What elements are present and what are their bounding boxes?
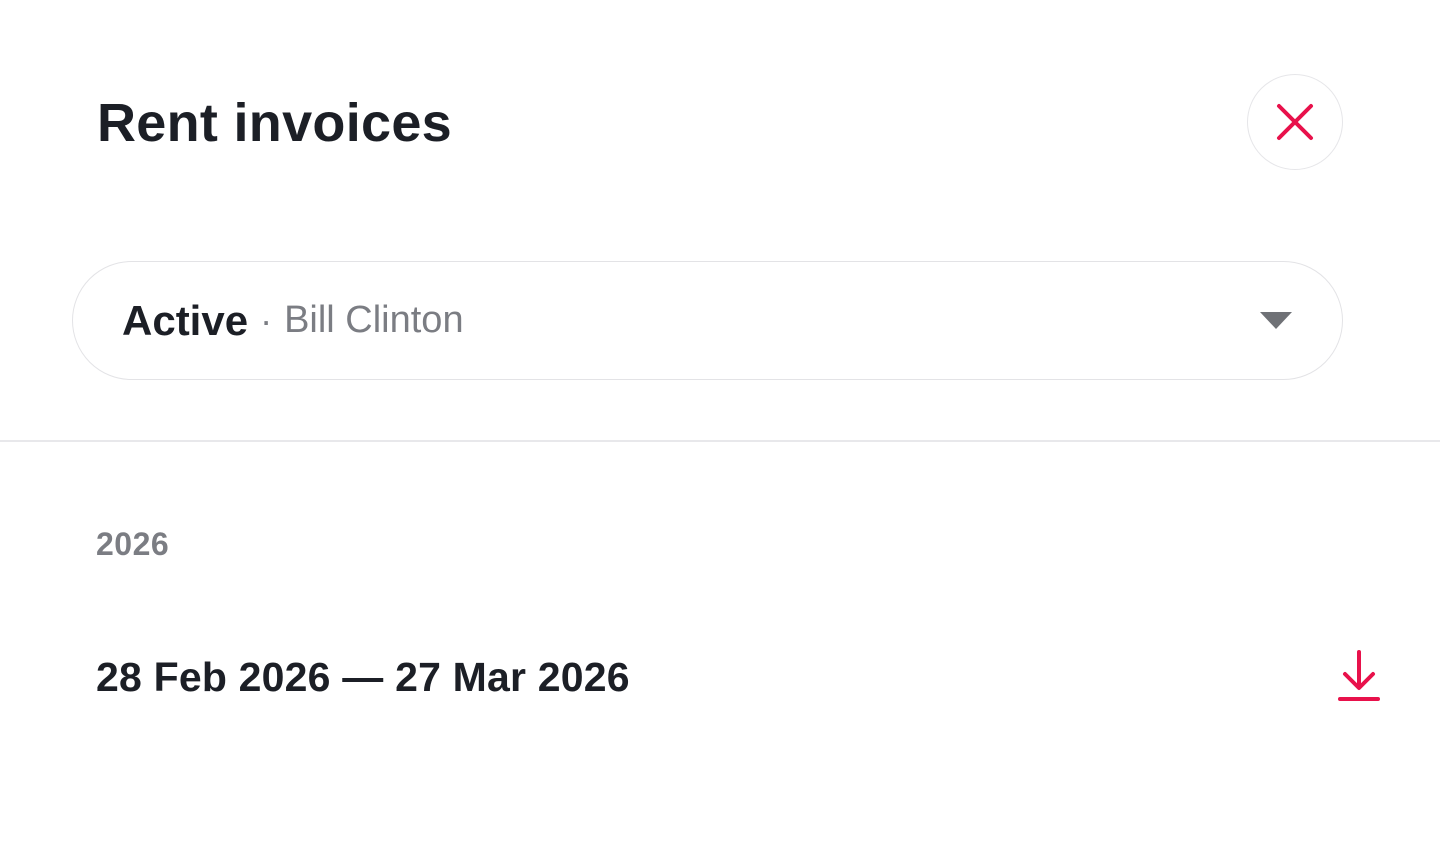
section-divider [0,440,1440,442]
download-button[interactable] [1333,648,1385,708]
contract-status: Active [122,296,249,344]
tenant-name: Bill Clinton [284,299,464,341]
year-heading: 2026 [96,526,170,562]
close-button[interactable] [1247,74,1343,170]
caret-down-icon [1260,312,1292,335]
contract-selector[interactable]: Active · Bill Clinton [72,261,1343,380]
download-icon [1337,649,1381,708]
invoice-period: 28 Feb 2026 — 27 Mar 2026 [96,653,630,700]
page-title: Rent invoices [97,93,453,153]
close-icon [1275,102,1315,142]
rent-invoices-panel: Rent invoices Active · Bill Clinton 2026… [0,0,1440,850]
contract-selector-value: Active · Bill Clinton [122,262,464,379]
invoice-row: 28 Feb 2026 — 27 Mar 2026 [96,640,1386,714]
selector-separator: · [260,299,273,341]
